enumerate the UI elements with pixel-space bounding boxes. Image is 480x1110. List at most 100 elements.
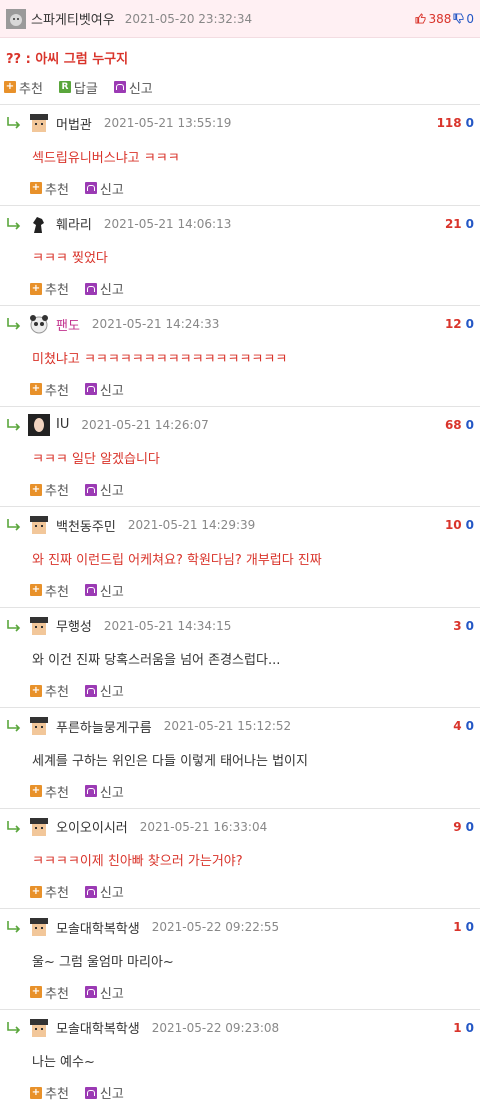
comment-item: 훼라리 2021-05-21 14:06:13 210 ㅋㅋㅋ 찢었다 +추천 … (0, 206, 480, 307)
plus-icon: + (30, 383, 42, 395)
comment-item: 모솔대학복학생 2021-05-22 09:22:55 10 울~ 그럼 울엄마… (0, 909, 480, 1010)
recommend-button[interactable]: +추천 (4, 78, 43, 97)
pixel-avatar-icon (28, 514, 50, 536)
comment-text: 나는 예수~ (6, 1044, 474, 1078)
pixel-avatar-icon (28, 816, 50, 838)
report-icon (85, 182, 97, 194)
recommend-button[interactable]: +추천 (30, 380, 69, 399)
reply-arrow-icon (6, 619, 22, 633)
panda-avatar-icon (28, 313, 50, 335)
comment-votes: 100 (445, 518, 474, 532)
report-button[interactable]: 신고 (85, 782, 124, 801)
plus-icon: + (30, 785, 42, 797)
comment-text: 섹드립유니버스냐고 ㅋㅋㅋ (6, 139, 474, 173)
comment-item: 팬도 2021-05-21 14:24:33 120 미쳤냐고 ㅋㅋㅋㅋㅋㅋㅋㅋ… (0, 306, 480, 407)
comment-date: 2021-05-21 16:33:04 (140, 820, 267, 834)
thumbs-up-icon[interactable] (415, 13, 426, 24)
comment-votes: 30 (453, 619, 474, 633)
comment-votes: 40 (453, 719, 474, 733)
plus-icon: + (30, 986, 42, 998)
comment-date: 2021-05-21 14:24:33 (92, 317, 219, 331)
report-icon (85, 584, 97, 596)
comment-item: 머법관 2021-05-21 13:55:19 1180 섹드립유니버스냐고 ㅋ… (0, 105, 480, 206)
report-icon (85, 383, 97, 395)
report-icon (85, 685, 97, 697)
report-button[interactable]: 신고 (85, 480, 124, 499)
reply-arrow-icon (6, 820, 22, 834)
pixel-avatar-icon (28, 916, 50, 938)
comment-item: 백천동주민 2021-05-21 14:29:39 100 와 진짜 이런드립 … (0, 507, 480, 608)
report-icon (85, 986, 97, 998)
comment-text: 세계를 구하는 위인은 다들 이렇게 태어나는 법이지 (6, 742, 474, 776)
reply-arrow-icon (6, 418, 22, 432)
report-button[interactable]: 신고 (85, 681, 124, 700)
report-button[interactable]: 신고 (85, 882, 124, 901)
comment-votes: 680 (445, 418, 474, 432)
recommend-button[interactable]: +추천 (30, 983, 69, 1002)
post-author[interactable]: 스파게티벳여우 (31, 9, 115, 28)
report-icon (85, 283, 97, 295)
recommend-button[interactable]: +추천 (30, 1083, 69, 1102)
recommend-button[interactable]: +추천 (30, 681, 69, 700)
comment-text: 와 이건 진짜 당혹스러움을 넘어 존경스럽다... (6, 642, 474, 676)
plus-icon: + (30, 1087, 42, 1099)
report-button[interactable]: 신고 (85, 1083, 124, 1102)
comment-date: 2021-05-21 14:26:07 (81, 418, 208, 432)
comment-author[interactable]: 오이오이시러 (56, 817, 128, 836)
comment-date: 2021-05-21 15:12:52 (164, 719, 291, 733)
report-button[interactable]: 신고 (85, 581, 124, 600)
post-votes: 388 0 (415, 12, 474, 26)
fox-avatar-icon (6, 9, 26, 29)
recommend-button[interactable]: +추천 (30, 882, 69, 901)
reply-arrow-icon (6, 317, 22, 331)
comment-text: ㅋㅋㅋ 일단 알겠습니다 (6, 441, 474, 475)
plus-icon: + (30, 182, 42, 194)
comment-date: 2021-05-22 09:23:08 (152, 1021, 279, 1035)
comment-author[interactable]: 머법관 (56, 114, 92, 133)
comment-author[interactable]: 모솔대학복학생 (56, 1018, 140, 1037)
report-button[interactable]: 신고 (85, 983, 124, 1002)
comment-author[interactable]: 훼라리 (56, 214, 92, 233)
comment-votes: 10 (453, 920, 474, 934)
report-button[interactable]: 신고 (85, 380, 124, 399)
recommend-button[interactable]: +추천 (30, 581, 69, 600)
comment-author[interactable]: 무행성 (56, 616, 92, 635)
plus-icon: + (30, 584, 42, 596)
recommend-button[interactable]: +추천 (30, 179, 69, 198)
comment-author[interactable]: 모솔대학복학생 (56, 918, 140, 937)
recommend-button[interactable]: +추천 (30, 279, 69, 298)
reply-arrow-icon (6, 719, 22, 733)
plus-icon: + (30, 283, 42, 295)
reply-arrow-icon (6, 1021, 22, 1035)
report-button[interactable]: 신고 (85, 179, 124, 198)
comment-list: 머법관 2021-05-21 13:55:19 1180 섹드립유니버스냐고 ㅋ… (0, 105, 480, 1110)
report-icon (85, 886, 97, 898)
report-icon (85, 1087, 97, 1099)
plus-icon: + (30, 685, 42, 697)
report-button[interactable]: 신고 (114, 78, 153, 97)
comment-votes: 90 (453, 820, 474, 834)
comment-item: 모솔대학복학생 2021-05-22 09:23:08 10 나는 예수~ +추… (0, 1010, 480, 1110)
comment-text: 미쳤냐고 ㅋㅋㅋㅋㅋㅋㅋㅋㅋㅋㅋㅋㅋㅋㅋㅋㅋ (6, 340, 474, 374)
post-date: 2021-05-20 23:32:34 (125, 12, 252, 26)
comment-votes: 120 (445, 317, 474, 331)
reply-button[interactable]: R답글 (59, 78, 98, 97)
plus-icon: + (30, 886, 42, 898)
comment-text: ㅋㅋㅋ 찢었다 (6, 240, 474, 274)
girl-avatar-icon (28, 414, 50, 436)
recommend-button[interactable]: +추천 (30, 782, 69, 801)
thumbs-down-icon[interactable] (453, 13, 464, 24)
comment-author[interactable]: 팬도 (56, 315, 80, 334)
recommend-button[interactable]: +추천 (30, 480, 69, 499)
report-button[interactable]: 신고 (85, 279, 124, 298)
comment-author[interactable]: 백천동주민 (56, 516, 116, 535)
post-content: ?? : 아씨 그럼 누구지 (0, 38, 480, 70)
comment-author[interactable]: 푸른하늘뭉게구름 (56, 717, 152, 736)
post-header: 스파게티벳여우 2021-05-20 23:32:34 388 0 (0, 0, 480, 38)
post-up-count: 388 (428, 12, 451, 26)
comment-author[interactable]: IU (56, 417, 69, 432)
report-icon (85, 484, 97, 496)
pixel-avatar-icon (28, 615, 50, 637)
comment-date: 2021-05-22 09:22:55 (152, 920, 279, 934)
comment-text: 와 진짜 이런드립 어케쳐요? 학원다님? 개부럽다 진짜 (6, 541, 474, 575)
